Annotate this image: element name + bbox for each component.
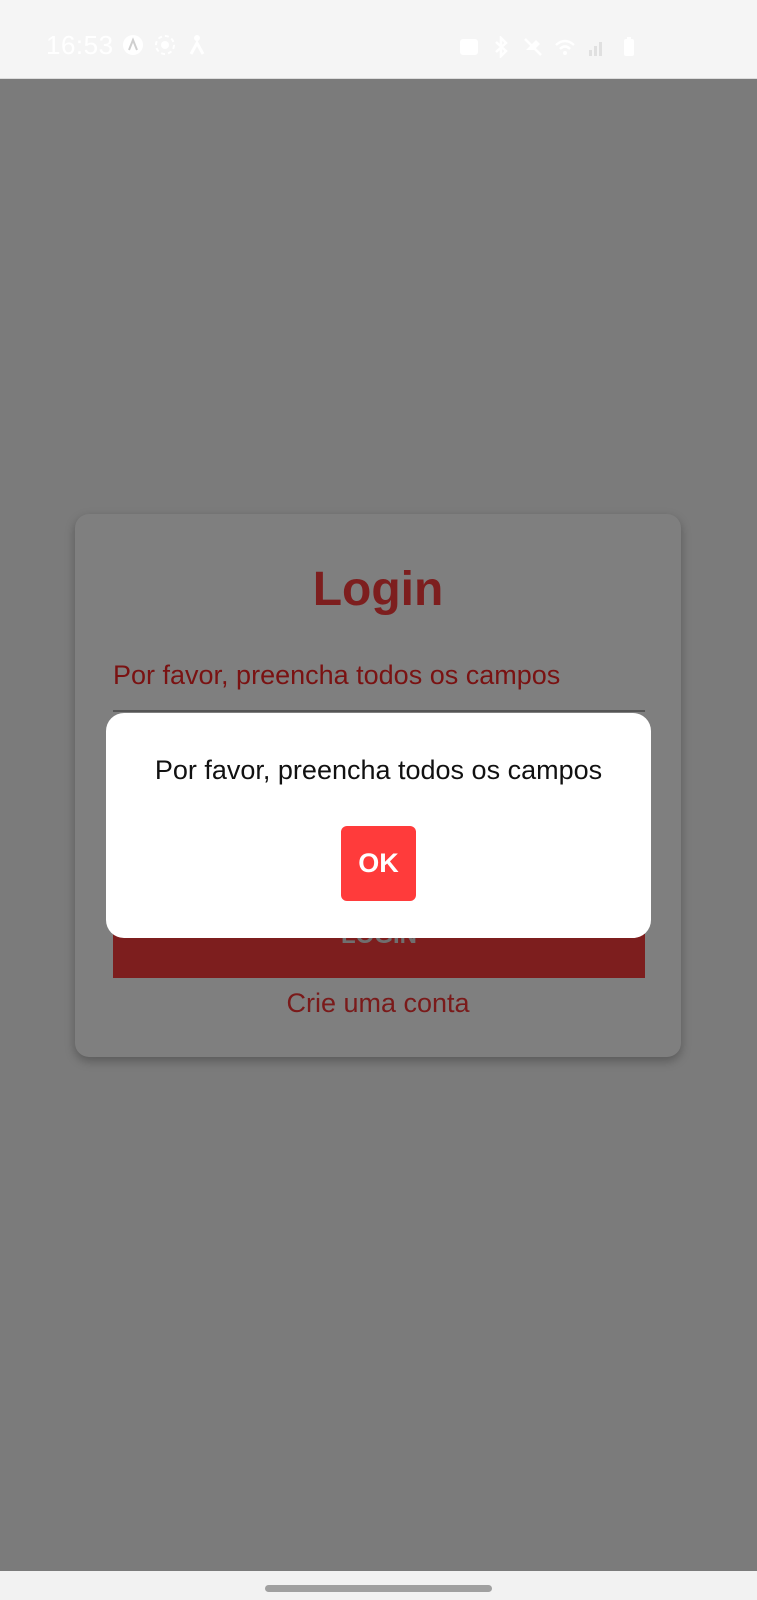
mute-icon: [524, 38, 542, 56]
accessibility-icon: [189, 35, 205, 55]
status-bar: 16:53: [0, 0, 757, 79]
error-message: Por favor, preencha todos os campos: [113, 660, 561, 690]
create-account-link: Crie uma conta: [286, 988, 470, 1018]
wifi-icon: [555, 39, 575, 55]
navigation-bar: [0, 1571, 757, 1600]
screen-record-icon: [155, 35, 175, 55]
login-title: Login: [312, 563, 444, 616]
app-notification-icon: [123, 35, 143, 55]
status-left-icons: [122, 34, 208, 56]
login-button: LOGIN: [113, 934, 645, 978]
signal-icon: [589, 42, 602, 56]
home-gesture-handle[interactable]: [265, 1585, 492, 1592]
status-right-icons: [458, 36, 640, 58]
input-field: [113, 710, 645, 712]
alarm-icon: [460, 39, 478, 55]
alert-message: Por favor, preencha todos os campos: [154, 755, 603, 785]
status-time: 16:53: [46, 30, 114, 60]
bluetooth-icon: [495, 36, 508, 58]
ok-button[interactable]: OK: [341, 826, 416, 901]
battery-icon: [624, 37, 634, 56]
alert-dialog: Por favor, preencha todos os campos OK: [106, 713, 651, 938]
